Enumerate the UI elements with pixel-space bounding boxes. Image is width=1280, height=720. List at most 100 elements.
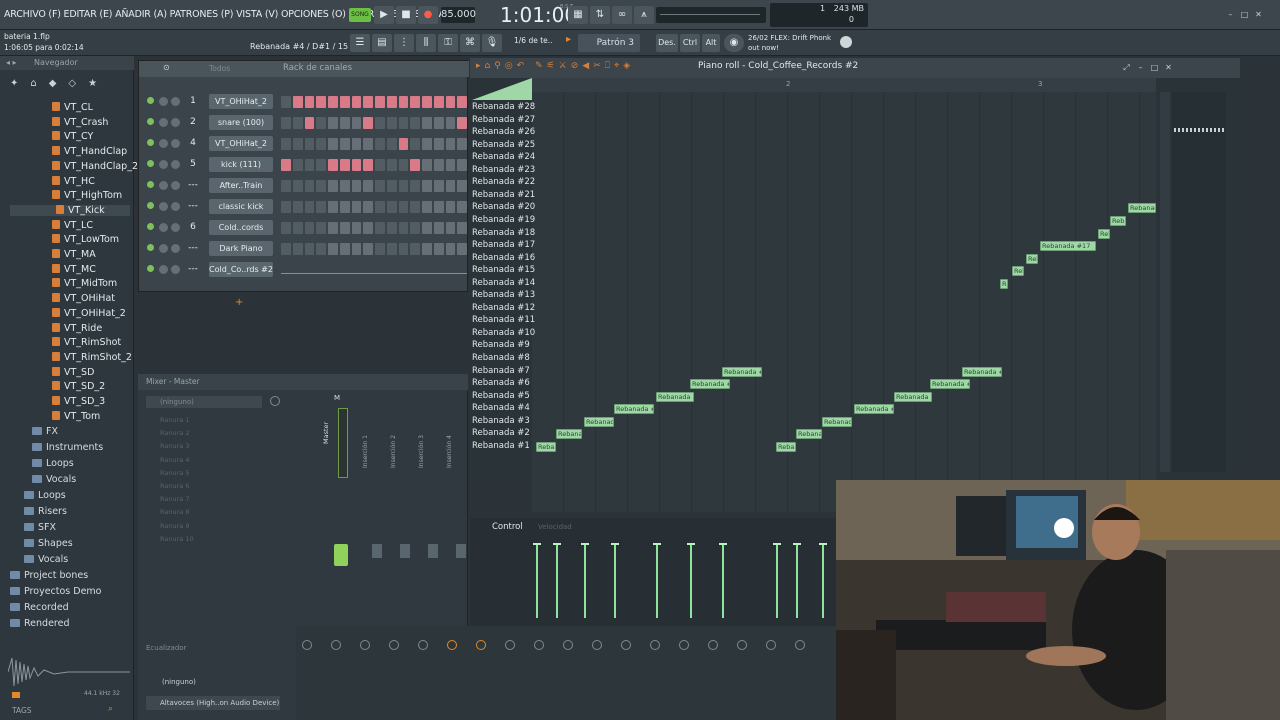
channel-rack-icon[interactable]: ⋮ [394,34,414,52]
step-button[interactable] [304,117,315,129]
piano-roll-close-icon[interactable]: ✕ [1164,63,1173,72]
browser-item[interactable]: VT_MA [52,249,96,260]
step-button[interactable] [433,159,444,171]
browser-options-icon[interactable]: ◂ ▸ [6,58,17,67]
mixer-icon[interactable]: ⫼ [416,34,436,52]
effect-slot[interactable]: Ranura 10 [146,533,286,545]
velocity-handle[interactable] [533,543,541,545]
step-button[interactable] [457,201,467,213]
step-button[interactable] [410,222,420,234]
channel-volume-knob[interactable] [171,139,180,148]
effect-slot[interactable]: Ranura 7 [146,493,286,505]
step-button[interactable] [445,138,456,150]
step-button[interactable] [386,159,397,171]
step-button[interactable] [351,117,362,129]
send-knob[interactable] [708,640,718,650]
song-mode-toggle[interactable]: SONG [349,8,371,22]
step-button[interactable] [457,138,467,150]
channel-mute-led[interactable] [147,97,154,104]
plugin-picker-icon[interactable]: ⚿ [438,34,458,52]
send-knob[interactable] [331,640,341,650]
step-button[interactable] [445,222,456,234]
step-button[interactable] [351,222,362,234]
channel-pan-knob[interactable] [159,181,168,190]
channel-volume-knob[interactable] [171,223,180,232]
step-button[interactable] [433,117,444,129]
step-button[interactable] [375,243,385,255]
step-button[interactable] [410,96,420,108]
minimize-icon[interactable]: – [1226,10,1235,19]
velocity-lane[interactable]: Control Velocidad [470,518,840,628]
tempo-display[interactable]: 85.000 [441,7,476,23]
piano-key[interactable]: Rebanada #10 [470,328,535,340]
piano-key[interactable]: Rebanada #16 [470,253,535,265]
step-button[interactable] [422,222,432,234]
step-button[interactable] [363,222,373,234]
step-button[interactable] [316,138,326,150]
channel-mute-led[interactable] [147,202,154,209]
velocity-bar[interactable] [536,544,538,618]
channel-row[interactable]: --- classic kick [139,199,469,219]
step-button[interactable] [339,222,350,234]
velocity-handle[interactable] [719,543,727,545]
send-knob[interactable] [679,640,689,650]
step-button[interactable] [339,180,350,192]
step-button[interactable] [375,222,385,234]
piano-key[interactable]: Rebanada #13 [470,290,535,302]
pattern-selector[interactable]: Patrón 3 [578,34,640,52]
audio-output-device[interactable]: Altavoces (High..on Audio Device) [146,696,280,710]
browser-item[interactable]: VT_SD [52,367,94,378]
channel-mixer-track[interactable]: --- [185,262,201,276]
countdown-icon[interactable]: ⩚ [634,6,654,24]
piano-key[interactable]: Rebanada #25 [470,140,535,152]
effect-slot[interactable]: Ranura 1 [146,414,286,426]
velocity-handle[interactable] [553,543,561,545]
browser-item[interactable]: VT_RimShot [52,337,121,348]
send-knob[interactable] [795,640,805,650]
channel-name-button[interactable]: kick (111) [209,157,273,172]
news-refresh-icon[interactable] [840,36,852,48]
step-button[interactable] [328,180,338,192]
send-knob[interactable] [505,640,515,650]
step-button[interactable] [433,201,444,213]
channel-volume-knob[interactable] [171,118,180,127]
step-button[interactable] [457,117,467,129]
step-button[interactable] [292,222,303,234]
piano-key[interactable]: Rebanada #5 [470,391,532,403]
channel-mixer-track[interactable]: 4 [185,136,201,150]
shift-key-button[interactable]: Des. [656,34,678,52]
browser-folder[interactable]: Loops [24,490,66,501]
step-button[interactable] [292,159,303,171]
step-button[interactable] [457,222,467,234]
step-button[interactable] [398,243,409,255]
channel-mute-led[interactable] [147,118,154,125]
news-panel[interactable]: 26/02 FLEX: Drift Phonk [748,34,831,42]
piano-key[interactable]: Rebanada #1 [470,441,532,453]
effect-slot[interactable]: Ranura 5 [146,467,286,479]
piano-key[interactable]: Rebanada #23 [470,165,535,177]
piano-key[interactable]: Rebanada #9 [470,340,532,352]
channel-volume-knob[interactable] [171,97,180,106]
channel-pan-knob[interactable] [159,202,168,211]
piano-key[interactable]: Rebanada #20 [470,202,535,214]
piano-key[interactable]: Rebanada #24 [470,152,535,164]
step-button[interactable] [398,222,409,234]
step-button[interactable] [445,96,456,108]
step-button[interactable] [386,138,397,150]
channel-volume-knob[interactable] [171,265,180,274]
browser-item[interactable]: VT_HC [52,176,95,187]
step-button[interactable] [445,180,456,192]
channel-volume-knob[interactable] [171,202,180,211]
step-button[interactable] [281,180,291,192]
play-button[interactable]: ▶ [374,6,394,24]
effect-slot[interactable]: Ranura 6 [146,480,286,492]
piano-roll-vertical-scrollbar[interactable] [1160,92,1170,472]
output-preset[interactable]: (ninguno) [146,676,280,688]
step-button[interactable] [398,180,409,192]
browser-item[interactable]: VT_HighTom [52,190,122,201]
piano-key[interactable]: Rebanada #17 [470,240,535,252]
rack-filter[interactable]: Todos [209,64,230,73]
typing-keyboard-icon[interactable]: ▦ [568,6,588,24]
step-button[interactable] [422,243,432,255]
velocity-handle[interactable] [653,543,661,545]
